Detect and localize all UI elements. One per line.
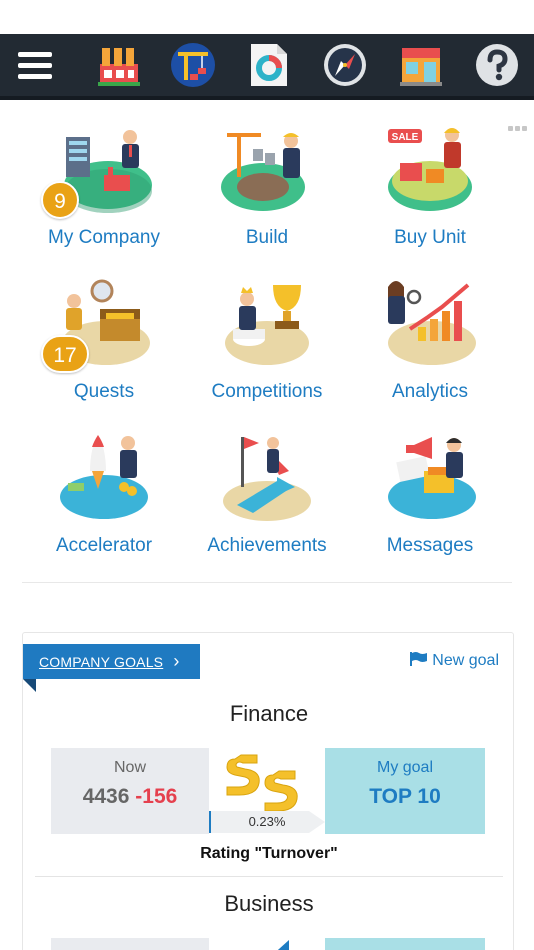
tile-accelerator[interactable]: Accelerator xyxy=(24,423,184,573)
help-icon[interactable] xyxy=(474,42,520,88)
more-options-icon[interactable] xyxy=(508,118,530,131)
tile-label: Analytics xyxy=(391,381,469,402)
trophy-illustration-icon xyxy=(217,277,317,372)
chevron-right-icon: › xyxy=(173,651,180,671)
finance-title: Finance xyxy=(229,701,309,726)
business-now-box xyxy=(51,938,209,950)
tile-label: Buy Unit xyxy=(394,227,466,248)
company-goals-link[interactable]: COMPANY GOALS › xyxy=(23,644,200,679)
tile-label: Quests xyxy=(73,381,135,402)
flag-icon xyxy=(410,652,428,666)
top-toolbar xyxy=(0,34,534,100)
business-title: Business xyxy=(224,891,314,916)
goal-label: My goal xyxy=(376,759,434,776)
company-goals-label: COMPANY GOALS xyxy=(39,654,164,670)
report-icon[interactable] xyxy=(245,42,291,88)
tile-competitions[interactable]: Competitions xyxy=(187,269,347,419)
now-label: Now xyxy=(113,759,146,776)
business-goal-box xyxy=(325,938,485,950)
tile-messages[interactable]: 3 Messages xyxy=(350,423,510,835)
rating-label: Rating "Turnover" xyxy=(200,845,338,862)
shop-icon[interactable] xyxy=(398,42,444,88)
crane-icon[interactable] xyxy=(170,42,216,88)
tile-my-company[interactable]: 9 My Company xyxy=(24,115,184,265)
analytics-illustration-icon xyxy=(380,277,480,372)
tile-buy-unit[interactable]: SALE Buy Unit xyxy=(350,115,510,265)
tile-analytics[interactable]: Analytics xyxy=(350,269,510,419)
now-value: 4436 -156 xyxy=(51,785,209,809)
company-goals-card: COMPANY GOALS › New goal Finance Now 443… xyxy=(22,632,514,950)
sale-illustration-icon: SALE xyxy=(380,123,480,218)
tile-quests[interactable]: 17 Quests xyxy=(24,269,184,419)
goal-value: TOP 10 xyxy=(369,785,441,808)
badge-count: 9 xyxy=(41,181,79,219)
money-icon xyxy=(226,754,298,812)
tile-label: Accelerator xyxy=(55,535,153,556)
now-number: 4436 xyxy=(82,785,130,808)
business-goal-icon xyxy=(277,940,289,950)
badge-count: 17 xyxy=(41,335,89,373)
ribbon-fold xyxy=(23,679,36,692)
construction-illustration-icon xyxy=(217,123,317,218)
now-box: Now 4436 -156 xyxy=(51,748,209,834)
menu-icon[interactable] xyxy=(12,42,58,88)
progress-percent: 0.23% xyxy=(248,814,286,829)
goal-box: My goal TOP 10 xyxy=(325,748,485,834)
flag-illustration-icon xyxy=(217,431,317,526)
tile-label: Messages xyxy=(386,535,474,556)
compass-icon[interactable] xyxy=(322,42,368,88)
inner-divider xyxy=(35,876,503,877)
goal-progress: 0.23% xyxy=(209,811,325,833)
megaphone-illustration-icon xyxy=(380,431,480,526)
factory-icon[interactable] xyxy=(96,42,142,88)
new-goal-label: New goal xyxy=(432,652,499,669)
new-goal-button[interactable]: New goal xyxy=(410,651,499,670)
now-delta: -156 xyxy=(135,785,178,808)
tile-achievements[interactable]: Achievements xyxy=(187,423,347,573)
tile-label: Build xyxy=(245,227,289,248)
tile-build[interactable]: Build xyxy=(187,115,347,265)
rocket-illustration-icon xyxy=(54,431,154,526)
tile-label: Competitions xyxy=(211,381,323,402)
svg-text:SALE: SALE xyxy=(392,132,419,143)
tile-label: My Company xyxy=(48,227,160,248)
tile-label: Achievements xyxy=(207,535,327,556)
section-divider xyxy=(22,582,512,583)
